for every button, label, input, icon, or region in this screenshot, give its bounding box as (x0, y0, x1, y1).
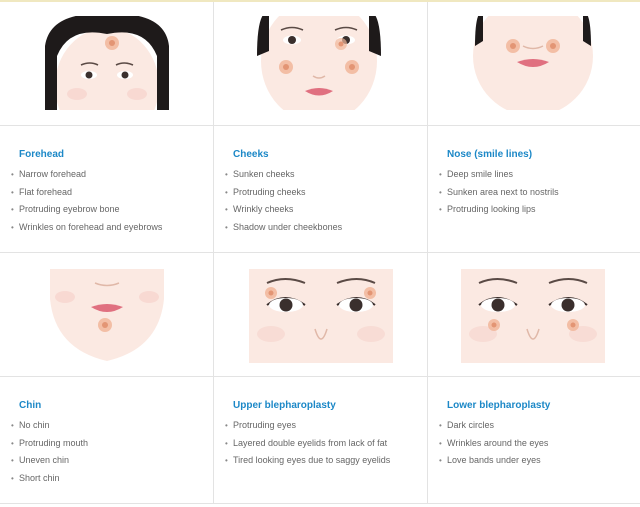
upper-eye-text-cell: Upper blepharoplasty Protruding eyes Lay… (214, 377, 428, 504)
nose-text-cell: Nose (smile lines) Deep smile lines Sunk… (428, 126, 640, 253)
list-item: Narrow forehead (11, 167, 162, 185)
chin-face-illustration (35, 269, 179, 363)
nose-image-cell (428, 2, 640, 126)
upper-blepharoplasty-heading: Upper blepharoplasty (233, 400, 336, 411)
cheeks-list: Sunken cheeks Protruding cheeks Wrinkly … (225, 167, 342, 237)
list-item: Protruding cheeks (225, 185, 342, 203)
upper-eye-image-cell (214, 253, 428, 377)
lower-eye-face-illustration (461, 269, 605, 363)
cheeks-face-illustration (249, 16, 393, 110)
upper-eye-face-illustration (249, 269, 393, 363)
list-item: Layered double eyelids from lack of fat (225, 436, 390, 454)
face-areas-grid: Forehead Narrow forehead Flat forehead P… (0, 2, 640, 507)
list-item: Protruding eyebrow bone (11, 202, 162, 220)
cheeks-heading: Cheeks (233, 149, 269, 160)
list-item: Uneven chin (11, 453, 88, 471)
chin-list: No chin Protruding mouth Uneven chin Sho… (11, 418, 88, 488)
lower-blepharoplasty-list: Dark circles Wrinkles around the eyes Lo… (439, 418, 548, 471)
list-item: Sunken cheeks (225, 167, 342, 185)
list-item: Short chin (11, 471, 88, 489)
cheeks-text-cell: Cheeks Sunken cheeks Protruding cheeks W… (214, 126, 428, 253)
nose-heading: Nose (smile lines) (447, 149, 533, 160)
list-item: Shadow under cheekbones (225, 220, 342, 238)
list-item: No chin (11, 418, 88, 436)
nose-list: Deep smile lines Sunken area next to nos… (439, 167, 559, 220)
list-item: Wrinkly cheeks (225, 202, 342, 220)
upper-blepharoplasty-list: Protruding eyes Layered double eyelids f… (225, 418, 390, 471)
chin-heading: Chin (19, 400, 42, 411)
list-item: Sunken area next to nostrils (439, 185, 559, 203)
forehead-list: Narrow forehead Flat forehead Protruding… (11, 167, 162, 237)
lower-blepharoplasty-heading: Lower blepharoplasty (447, 400, 551, 411)
lower-eye-image-cell (428, 253, 640, 377)
list-item: Deep smile lines (439, 167, 559, 185)
list-item: Love bands under eyes (439, 453, 548, 471)
list-item: Protruding mouth (11, 436, 88, 454)
list-item: Wrinkles around the eyes (439, 436, 548, 454)
nose-face-illustration (461, 16, 605, 110)
chin-text-cell: Chin No chin Protruding mouth Uneven chi… (0, 377, 214, 504)
list-item: Protruding looking lips (439, 202, 559, 220)
forehead-text-cell: Forehead Narrow forehead Flat forehead P… (0, 126, 214, 253)
chin-image-cell (0, 253, 214, 377)
forehead-heading: Forehead (19, 149, 65, 160)
forehead-face-illustration (35, 16, 179, 110)
cheeks-image-cell (214, 2, 428, 126)
list-item: Flat forehead (11, 185, 162, 203)
list-item: Wrinkles on forehead and eyebrows (11, 220, 162, 238)
lower-eye-text-cell: Lower blepharoplasty Dark circles Wrinkl… (428, 377, 640, 504)
forehead-image-cell (0, 2, 214, 126)
list-item: Dark circles (439, 418, 548, 436)
list-item: Protruding eyes (225, 418, 390, 436)
list-item: Tired looking eyes due to saggy eyelids (225, 453, 390, 471)
